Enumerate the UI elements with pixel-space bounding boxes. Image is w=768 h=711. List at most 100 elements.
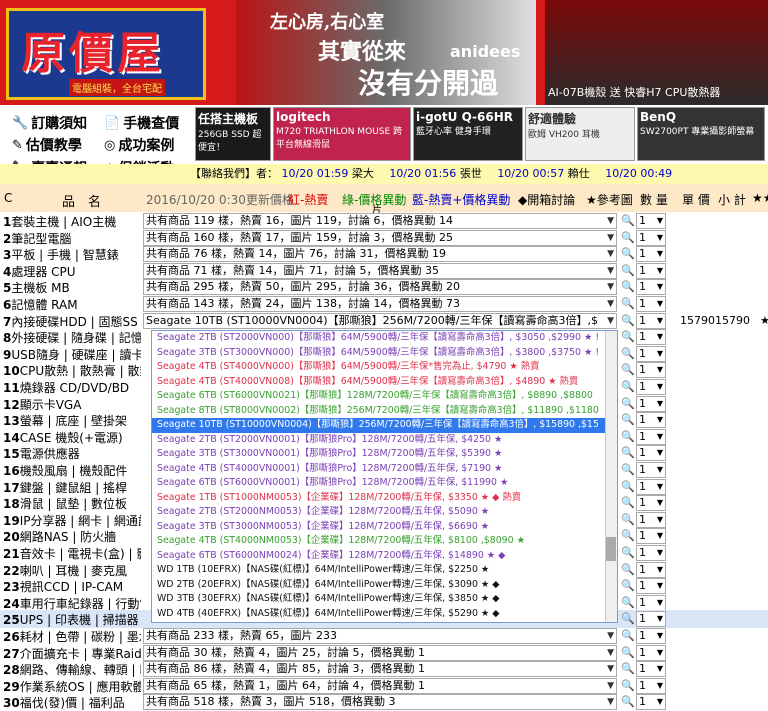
category-label[interactable]: 4處理器 CPU <box>3 263 141 279</box>
quantity-select[interactable]: 1 ▼ <box>636 213 666 229</box>
category-label[interactable]: 18滑鼠 | 鼠墊 | 數位板 <box>3 495 141 511</box>
search-icon[interactable]: 🔍 <box>621 496 635 509</box>
product-select[interactable]: 共有商品 71 樣，熱賣 14，圖片 71，討論 5，價格異動 35 ▼ <box>143 262 617 279</box>
product-select[interactable]: 共有商品 119 樣，熱賣 16，圖片 119，討論 6，價格異動 14 ▼ <box>143 213 617 229</box>
quantity-select[interactable]: 1 ▼ <box>636 362 666 379</box>
quantity-select[interactable]: 1 ▼ <box>636 262 666 279</box>
scrollbar-thumb[interactable] <box>606 537 616 561</box>
category-label[interactable]: 30福伐(發)價 | 福利品 <box>3 694 141 710</box>
category-label[interactable]: 14CASE 機殼(+電源) <box>3 429 141 445</box>
quantity-select[interactable]: 1 ▼ <box>636 594 666 611</box>
quantity-select[interactable]: 1 ▼ <box>636 428 666 445</box>
dropdown-option[interactable]: Seagate 3TB (ST3000VN0001)【那嘶狼Pro】128M/7… <box>152 447 617 462</box>
quantity-select[interactable]: 1 ▼ <box>636 246 666 263</box>
quantity-select[interactable]: 1 ▼ <box>636 528 666 545</box>
search-icon[interactable]: 🔍 <box>621 413 635 426</box>
search-icon[interactable]: 🔍 <box>621 546 635 559</box>
quantity-select[interactable]: 1 ▼ <box>636 644 666 661</box>
dropdown-option[interactable]: Seagate 4TB (ST4000NM0053)【企業碟】128M/7200… <box>152 534 617 549</box>
category-label[interactable]: 25UPS | 印表機 | 掃描器 <box>3 611 141 627</box>
category-label[interactable]: 2筆記型電腦 <box>3 230 141 246</box>
quantity-select[interactable]: 1 ▼ <box>636 661 666 678</box>
product-select[interactable]: 共有商品 65 樣，熱賣 1，圖片 64，討論 4，價格異動 1 ▼ <box>143 677 617 694</box>
hdd-dropdown-list[interactable]: Seagate 2TB (ST2000VN000)【那嘶狼】64M/5900轉/… <box>151 330 618 623</box>
order-marquee[interactable]: 【聯絡我們】者： 10/20 01:59 梁大 10/20 01:56 張世 1… <box>0 164 768 184</box>
category-label[interactable]: 24車用行車紀錄器 | 行動電 <box>3 595 141 611</box>
category-label[interactable]: 3平板 | 手機 | 智慧錶 <box>3 246 141 262</box>
ad-benq[interactable]: BenQ SW2700PT 專業攝影師螢幕 <box>637 107 765 161</box>
search-icon[interactable]: 🔍 <box>621 397 635 410</box>
category-label[interactable]: 6記憶體 RAM <box>3 296 141 312</box>
quantity-select[interactable]: 1 ▼ <box>636 561 666 578</box>
product-select[interactable]: 共有商品 76 樣，熱賣 14，圖片 76，討論 31，價格異動 19 ▼ <box>143 246 617 263</box>
product-select[interactable]: 共有商品 143 樣，熱賣 24，圖片 138，討論 14，價格異動 73 ▼ <box>143 296 617 312</box>
search-icon[interactable]: 🔍 <box>621 579 635 592</box>
dropdown-option[interactable]: Seagate 2TB (ST2000NM0053)【企業碟】128M/7200… <box>152 505 617 520</box>
category-label[interactable]: 19IP分享器 | 網卡 | 網通設 <box>3 512 141 528</box>
category-label[interactable]: 7內接硬碟HDD | 固態SS <box>3 313 141 329</box>
quantity-select[interactable]: 1 ▼ <box>636 329 666 346</box>
quantity-select[interactable]: 1 ▼ <box>636 229 666 246</box>
search-icon[interactable]: 🔍 <box>621 231 635 244</box>
search-icon[interactable]: 🔍 <box>621 363 635 376</box>
category-label[interactable]: 10CPU散熱 | 散熱膏 | 散熱 <box>3 362 141 378</box>
dropdown-option[interactable]: Seagate 10TB (ST10000VN0004)【那嘶狼】256M/72… <box>152 418 617 433</box>
category-label[interactable]: 1套裝主機 | AIO主機 <box>3 213 141 229</box>
search-icon[interactable]: 🔍 <box>621 529 635 542</box>
quantity-select[interactable]: 1 ▼ <box>636 379 666 395</box>
ad-logitech[interactable]: logitech M720 TRIATHLON MOUSE 跨平台無線滑鼠 <box>273 107 411 161</box>
dropdown-option[interactable]: Seagate 2TB (ST2000VN000)【那嘶狼】64M/5900轉/… <box>152 331 617 346</box>
search-icon[interactable]: 🔍 <box>621 297 635 310</box>
category-label[interactable]: 11燒錄器 CD/DVD/BD <box>3 379 141 395</box>
category-label[interactable]: 20網路NAS | 防火牆 <box>3 528 141 544</box>
quantity-select[interactable]: 1 ▼ <box>636 611 666 628</box>
quantity-select[interactable]: 1 ▼ <box>636 677 666 694</box>
dropdown-option[interactable]: WD 2TB (20EFRX)【NAS碟(紅標)】64M/IntelliPowe… <box>152 578 617 593</box>
category-label[interactable]: 16機殼風扇 | 機殼配件 <box>3 462 141 478</box>
dropdown-option[interactable]: WD 1TB (10EFRX)【NAS碟(紅標)】64M/IntelliPowe… <box>152 563 617 578</box>
header-banner[interactable]: 原價屋 電腦組裝，全台宅配 左心房,右心室 其實從來 沒有分開過 anidees… <box>0 0 768 105</box>
category-label[interactable]: 27介面擴充卡 | 專業Raid卡 <box>3 645 141 661</box>
search-icon[interactable]: 🔍 <box>621 247 635 260</box>
quantity-select[interactable]: 1 ▼ <box>636 445 666 462</box>
category-label[interactable]: 21音效卡 | 電視卡(盒) | 影 <box>3 545 141 561</box>
product-select[interactable]: 共有商品 86 樣，熱賣 4，圖片 85，討論 3，價格異動 1 ▼ <box>143 661 617 678</box>
quantity-select[interactable]: 1 ▼ <box>636 495 666 512</box>
nav-phone-price[interactable]: 📄 手機查價 <box>104 113 179 133</box>
ad-ssd[interactable]: 任搭主機板 256GB SSD 超便宜！ <box>195 107 271 161</box>
search-icon[interactable]: 🔍 <box>621 430 635 443</box>
quantity-select[interactable]: 1 ▼ <box>636 279 666 296</box>
product-select[interactable]: Seagate 10TB (ST10000VN0004)【那嘶狼】256M/72… <box>143 312 617 329</box>
category-label[interactable]: 15電源供應器 <box>3 445 141 461</box>
quantity-select[interactable]: 1 ▼ <box>636 345 666 362</box>
quantity-select[interactable]: 1 ▼ <box>636 395 666 412</box>
product-select[interactable]: 共有商品 30 樣，熱賣 4，圖片 25，討論 5，價格異動 1 ▼ <box>143 644 617 661</box>
quantity-select[interactable]: 1 ▼ <box>636 694 666 711</box>
dropdown-option[interactable]: Seagate 3TB (ST3000VN000)【那嘶狼】64M/5900轉/… <box>152 346 617 361</box>
search-icon[interactable]: 🔍 <box>621 612 635 625</box>
category-label[interactable]: 22喇叭 | 耳機 | 麥克風 <box>3 562 141 578</box>
search-icon[interactable]: 🔍 <box>621 264 635 277</box>
product-select[interactable]: 共有商品 295 樣，熱賣 50，圖片 295，討論 36，價格異動 20 ▼ <box>143 279 617 296</box>
category-label[interactable]: 5主機板 MB <box>3 279 141 295</box>
dropdown-option[interactable]: Seagate 6TB (ST6000VN0021)【那嘶狼】128M/7200… <box>152 389 617 404</box>
search-icon[interactable]: 🔍 <box>621 679 635 692</box>
search-icon[interactable]: 🔍 <box>621 646 635 659</box>
nav-quote-guide[interactable]: ✎ 估價教學 <box>12 135 82 155</box>
search-icon[interactable]: 🔍 <box>621 563 635 576</box>
site-logo[interactable]: 原價屋 電腦組裝，全台宅配 <box>6 8 206 100</box>
search-icon[interactable]: 🔍 <box>621 463 635 476</box>
dropdown-option[interactable]: Seagate 4TB (ST4000VN000)【那嘶狼】64M/5900轉/… <box>152 360 617 375</box>
quantity-select[interactable]: 1 ▼ <box>636 312 666 329</box>
dropdown-option[interactable]: Seagate 4TB (ST4000VN0001)【那嘶狼Pro】128M/7… <box>152 462 617 477</box>
search-icon[interactable]: 🔍 <box>621 380 635 393</box>
dropdown-option[interactable]: Seagate 4TB (ST4000VN008)【那嘶狼】64M/5900轉/… <box>152 375 617 390</box>
dropdown-option[interactable]: Seagate 6TB (ST6000NM0024)【企業碟】128M/7200… <box>152 549 617 564</box>
nav-success-cases[interactable]: ◎ 成功案例 <box>104 135 174 155</box>
category-label[interactable]: 17鍵盤 | 鍵鼠組 | 搖桿 <box>3 479 141 495</box>
quantity-select[interactable]: 1 ▼ <box>636 412 666 429</box>
search-icon[interactable]: 🔍 <box>621 480 635 493</box>
category-label[interactable]: 12顯示卡VGA <box>3 396 141 412</box>
quantity-select[interactable]: 1 ▼ <box>636 462 666 478</box>
search-icon[interactable]: 🔍 <box>621 629 635 642</box>
